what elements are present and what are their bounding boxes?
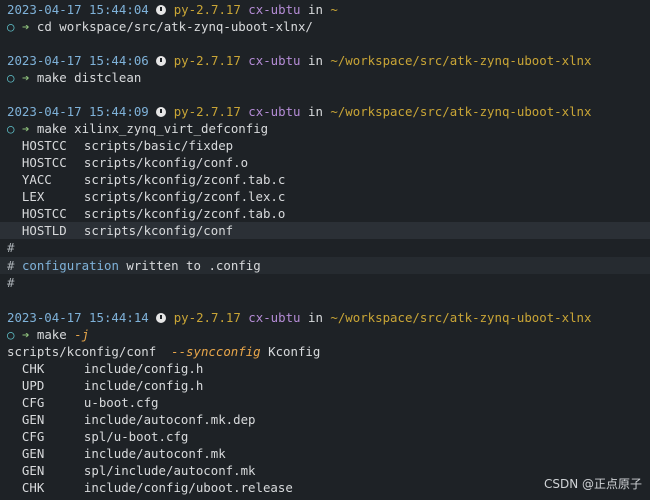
prompt-arrow-icon: ➔ [21,121,30,136]
prompt-arrow-icon: ➔ [21,19,30,34]
command-line-1: ○ ➔ cd workspace/src/atk-zynq-uboot-xlnx… [0,18,650,35]
output-line-highlighted: HOSTLD scripts/kconfig/conf [0,222,650,239]
output-line: GEN include/autoconf.mk [21,446,226,461]
status-circle-icon: ○ [7,70,15,85]
command-line-2: ○ ➔ make distclean [7,70,142,85]
syncconfig-line: scripts/kconfig/conf --syncconfig Kconfi… [7,344,321,359]
clock-icon [156,56,167,66]
hostname: cx-ubtu [248,2,301,17]
command-line-4: ○ ➔ make -j [7,327,90,342]
config-written-message: # configuration written to .config [0,257,650,274]
output-line: HOSTCC scripts/kconfig/conf.o [21,155,249,170]
clock-icon [156,5,167,15]
output-line: CFG u-boot.cfg [21,395,159,410]
clock-icon [156,313,167,323]
command-line-3: ○ ➔ make xilinx_zynq_virt_defconfig [7,121,269,136]
prompt-header-4: 2023-04-17 15:44:14 py-2.7.17 cx-ubtu in… [7,310,592,325]
prompt-arrow-icon: ➔ [21,327,30,342]
comment-line: # [7,240,15,255]
prompt-header-2: 2023-04-17 15:44:06 py-2.7.17 cx-ubtu in… [7,53,592,68]
output-line: YACC scripts/kconfig/zconf.tab.c [21,172,286,187]
terminal-window[interactable]: 2023-04-17 15:44:04 py-2.7.17 cx-ubtu in… [0,0,650,500]
output-line: CHK include/config.h [21,361,204,376]
output-line: HOSTCC scripts/basic/fixdep [21,138,234,153]
prompt-header-1: 2023-04-17 15:44:04 py-2.7.17 cx-ubtu in… [7,2,338,17]
comment-line: # [7,275,15,290]
prompt-header-3: 2023-04-17 15:44:09 py-2.7.17 cx-ubtu in… [7,104,592,119]
status-circle-icon: ○ [7,19,15,34]
output-line: LEX scripts/kconfig/zconf.lex.c [21,189,286,204]
status-circle-icon: ○ [7,121,15,136]
output-line: CFG spl/u-boot.cfg [21,429,189,444]
cwd-path: ~ [330,2,338,17]
csdn-watermark: CSDN @正点原子 [543,477,642,491]
status-circle-icon: ○ [7,327,15,342]
prompt-date: 2023-04-17 15:44:04 [7,2,149,17]
output-line: HOSTCC scripts/kconfig/zconf.tab.o [21,206,286,221]
python-version: py-2.7.17 [173,2,241,17]
output-line: UPD include/config.h [21,378,204,393]
prompt-arrow-icon: ➔ [21,70,30,85]
clock-icon [156,107,167,117]
output-line: GEN include/autoconf.mk.dep [21,412,256,427]
command-text: cd workspace/src/atk-zynq-uboot-xlnx/ [36,19,313,34]
